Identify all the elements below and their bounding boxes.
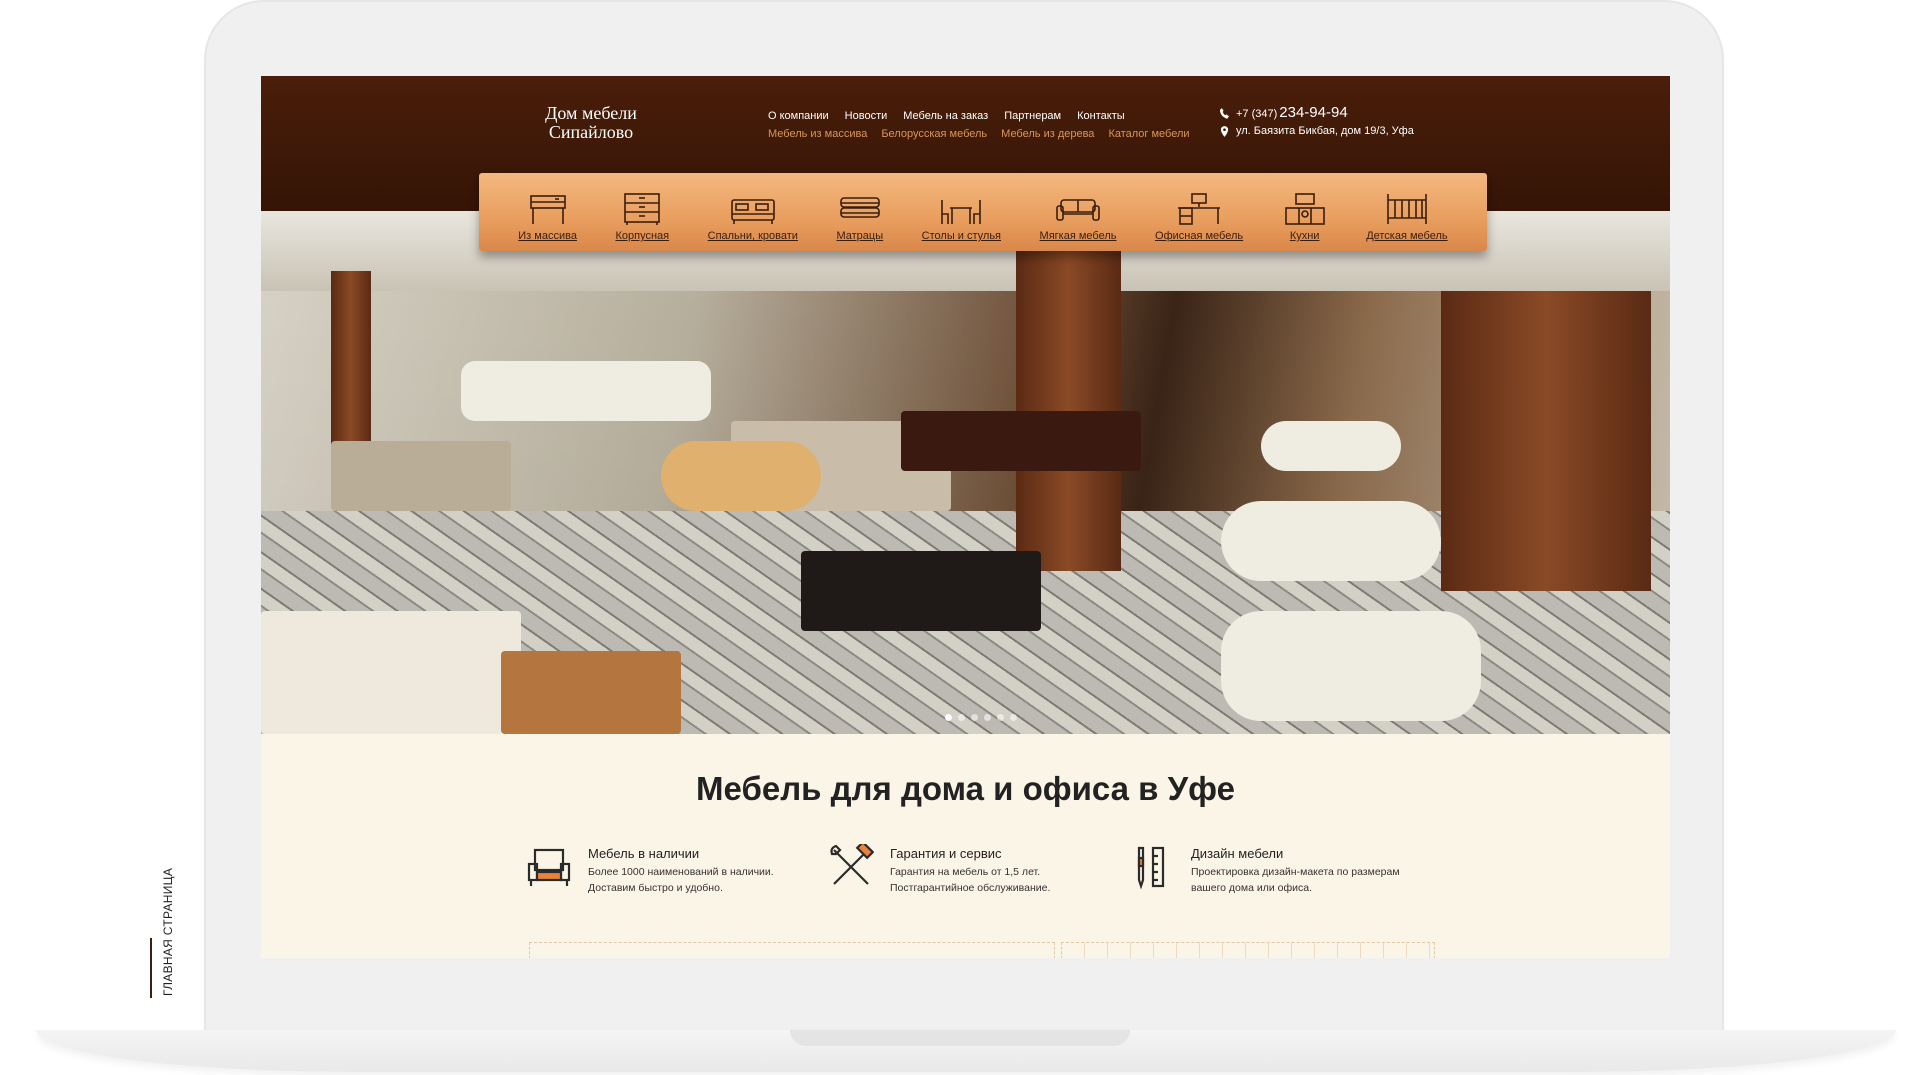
slider-dot-6[interactable]	[1010, 714, 1017, 721]
category-label: Матрацы	[836, 230, 884, 242]
nav-link-custom[interactable]: Мебель на заказ	[903, 110, 988, 122]
location-pin-icon	[1220, 125, 1229, 137]
hero-table	[331, 441, 511, 511]
sub-nav-link-catalog[interactable]: Каталог мебели	[1108, 128, 1189, 140]
feature-text: Более 1000 наименований в наличии. Доста…	[588, 866, 774, 894]
category-label: Детская мебель	[1366, 230, 1448, 242]
hero-table-white	[1221, 501, 1441, 581]
category-mattress[interactable]: Матрацы	[836, 173, 883, 251]
sub-nav-link-belarus[interactable]: Белорусская мебель	[881, 128, 987, 140]
category-label: Корпусная	[615, 230, 670, 242]
slider-dot-3[interactable]	[971, 714, 978, 721]
bed-icon	[730, 199, 775, 224]
category-kitchen[interactable]: Кухни	[1282, 173, 1328, 251]
table-chairs-icon	[941, 200, 982, 224]
kitchen-icon	[1284, 193, 1325, 225]
armchair-icon	[527, 848, 571, 886]
slider-dot-5[interactable]	[997, 714, 1004, 721]
hero-photo	[261, 211, 1670, 734]
pencil-ruler-icon	[1137, 846, 1165, 890]
category-label: Мягкая мебель	[1039, 230, 1117, 242]
slider-dots	[945, 714, 1017, 721]
category-label: Из массива	[518, 230, 577, 242]
feature-title: Дизайн мебели	[1191, 846, 1284, 861]
sofa-icon	[1056, 199, 1100, 221]
sub-nav: Мебель из массива Белорусская мебель Меб…	[768, 128, 1190, 140]
feature-text: Проектировка дизайн-макета по размерам в…	[1191, 866, 1400, 894]
category-soft[interactable]: Мягкая мебель	[1040, 173, 1117, 251]
hero-table	[801, 551, 1041, 631]
side-caption: ГЛАВНАЯ СТРАНИЦА	[161, 867, 175, 996]
sub-nav-link-wood[interactable]: Мебель из дерева	[1001, 128, 1094, 140]
laptop-notch	[790, 1030, 1130, 1046]
slider-dot-4[interactable]	[984, 714, 991, 721]
contact-block: +7 (347) 234-94-94 ул. Баязита Бикбая, до…	[1220, 104, 1414, 140]
top-nav: О компании Новости Мебель на заказ Партн…	[768, 110, 1125, 122]
nav-link-contacts[interactable]: Контакты	[1077, 110, 1125, 122]
category-label: Кухни	[1289, 230, 1320, 242]
category-bar: Из массива Корпусная Спальни, кровати Ма…	[479, 173, 1487, 251]
nav-link-partners[interactable]: Партнерам	[1004, 110, 1061, 122]
address-text: ул. Баязита Бикбая, дом 19/3, Уфа	[1236, 125, 1414, 137]
nav-link-about[interactable]: О компании	[768, 110, 829, 122]
feature-title: Мебель в наличии	[588, 846, 700, 861]
chest-of-drawers-icon	[624, 193, 661, 225]
hero-wardrobe	[1441, 291, 1651, 591]
phone-code: +7 (347)	[1236, 108, 1278, 120]
logo-line-2: Сипайлово	[548, 122, 634, 142]
office-desk-icon	[1178, 193, 1221, 225]
category-office[interactable]: Офисная мебель	[1155, 173, 1243, 251]
website-screen: Дом мебели Сипайлово О компании Новости …	[261, 76, 1670, 958]
sub-nav-link-solid-wood[interactable]: Мебель из массива	[768, 128, 867, 140]
mattress-icon	[840, 197, 880, 218]
feature-title: Гарантия и сервис	[890, 846, 1002, 861]
hero-table	[261, 611, 521, 734]
site-logo[interactable]: Дом мебели Сипайлово	[531, 104, 651, 142]
hero-sofa	[461, 361, 711, 421]
slider-dot-1[interactable]	[945, 714, 952, 721]
address-row: ул. Баязита Бикбая, дом 19/3, Уфа	[1220, 122, 1414, 140]
category-bedroom[interactable]: Спальни, кровати	[708, 173, 798, 251]
main-title: Мебель для дома и офиса в Уфе	[696, 770, 1235, 807]
category-label: Спальни, кровати	[707, 230, 798, 242]
category-solid-wood[interactable]: Из массива	[518, 173, 577, 251]
category-tables-chairs[interactable]: Столы и стулья	[922, 173, 1001, 251]
tools-icon	[830, 844, 874, 885]
caption-rule	[150, 938, 152, 998]
logo-line-1: Дом мебели	[545, 103, 637, 123]
category-cabinet[interactable]: Корпусная	[615, 173, 669, 251]
dresser-table-icon	[529, 195, 566, 224]
phone-icon	[1220, 107, 1229, 119]
card-outline	[1061, 942, 1435, 958]
feature-text: Гарантия на мебель от 1,5 лет. Постгаран…	[890, 866, 1051, 894]
slider-dot-2[interactable]	[958, 714, 965, 721]
category-kids[interactable]: Детская мебель	[1366, 173, 1448, 251]
category-label: Столы и стулья	[921, 230, 1002, 242]
hero-table	[501, 651, 681, 734]
hero-table-white	[1261, 421, 1401, 471]
phone-number: 234-94-94	[1279, 104, 1348, 121]
hero-table-white	[1221, 611, 1481, 721]
category-label: Офисная мебель	[1155, 230, 1244, 242]
nav-link-news[interactable]: Новости	[845, 110, 888, 122]
crib-icon	[1387, 194, 1427, 224]
hero-table	[901, 411, 1141, 471]
card-outline	[529, 942, 1055, 958]
phone-row[interactable]: +7 (347) 234-94-94	[1220, 104, 1414, 122]
hero-table	[661, 441, 821, 511]
